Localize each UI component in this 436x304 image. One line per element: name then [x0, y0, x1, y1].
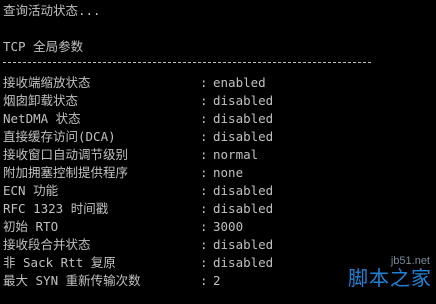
param-value: disabled [213, 183, 274, 198]
param-colon: : [200, 201, 208, 216]
param-colon: : [200, 165, 208, 180]
param-colon: : [200, 111, 208, 126]
param-key: ECN 功能 [3, 183, 59, 198]
param-value: none [213, 165, 244, 180]
param-key: 接收端缩放状态 [3, 75, 91, 90]
separator-line [3, 62, 371, 63]
param-colon: : [200, 183, 208, 198]
param-row: 接收端缩放状态 : enabled [3, 74, 423, 92]
param-row: 接收窗口自动调节级别 : normal [3, 146, 423, 164]
param-colon: : [200, 255, 208, 270]
param-colon: : [200, 147, 208, 162]
param-row: RFC 1323 时间戳 : disabled [3, 200, 423, 218]
param-row: 接收段合并状态 : disabled [3, 236, 423, 254]
param-key: 初始 RTO [3, 219, 59, 234]
param-key: 接收段合并状态 [3, 237, 91, 252]
param-key: 最大 SYN 重新传输次数 [3, 273, 141, 288]
param-value: disabled [213, 93, 274, 108]
param-row: 烟囱卸载状态 : disabled [3, 92, 423, 110]
param-colon: : [200, 75, 208, 90]
param-value: disabled [213, 129, 274, 144]
param-row: 直接缓存访问(DCA) : disabled [3, 128, 423, 146]
param-row: 附加拥塞控制提供程序 : none [3, 164, 423, 182]
status-line: 查询活动状态... [3, 3, 101, 18]
param-colon: : [200, 273, 208, 288]
param-key: RFC 1323 时间戳 [3, 201, 109, 216]
param-colon: : [200, 237, 208, 252]
console-window: 查询活动状态... TCP 全局参数 接收端缩放状态 : enabled 烟囱卸… [0, 0, 436, 304]
watermark-brand: 脚本之家 [348, 268, 432, 290]
param-value: disabled [213, 255, 274, 270]
param-value: disabled [213, 201, 274, 216]
param-key: NetDMA 状态 [3, 111, 81, 126]
param-value: disabled [213, 111, 274, 126]
param-colon: : [200, 219, 208, 234]
param-key: 烟囱卸载状态 [3, 93, 79, 108]
param-value: normal [213, 147, 259, 162]
param-row: NetDMA 状态 : disabled [3, 110, 423, 128]
param-key: 直接缓存访问(DCA) [3, 129, 116, 144]
param-value: disabled [213, 237, 274, 252]
param-value: 2 [213, 273, 221, 288]
param-row: 初始 RTO : 3000 [3, 218, 423, 236]
param-key: 非 Sack Rtt 复原 [3, 255, 116, 270]
param-key: 接收窗口自动调节级别 [3, 147, 129, 162]
param-colon: : [200, 129, 208, 144]
param-key: 附加拥塞控制提供程序 [3, 165, 129, 180]
param-colon: : [200, 93, 208, 108]
param-value: enabled [213, 75, 266, 90]
param-value: 3000 [213, 219, 244, 234]
section-title: TCP 全局参数 [3, 39, 84, 54]
param-row: ECN 功能 : disabled [3, 182, 423, 200]
